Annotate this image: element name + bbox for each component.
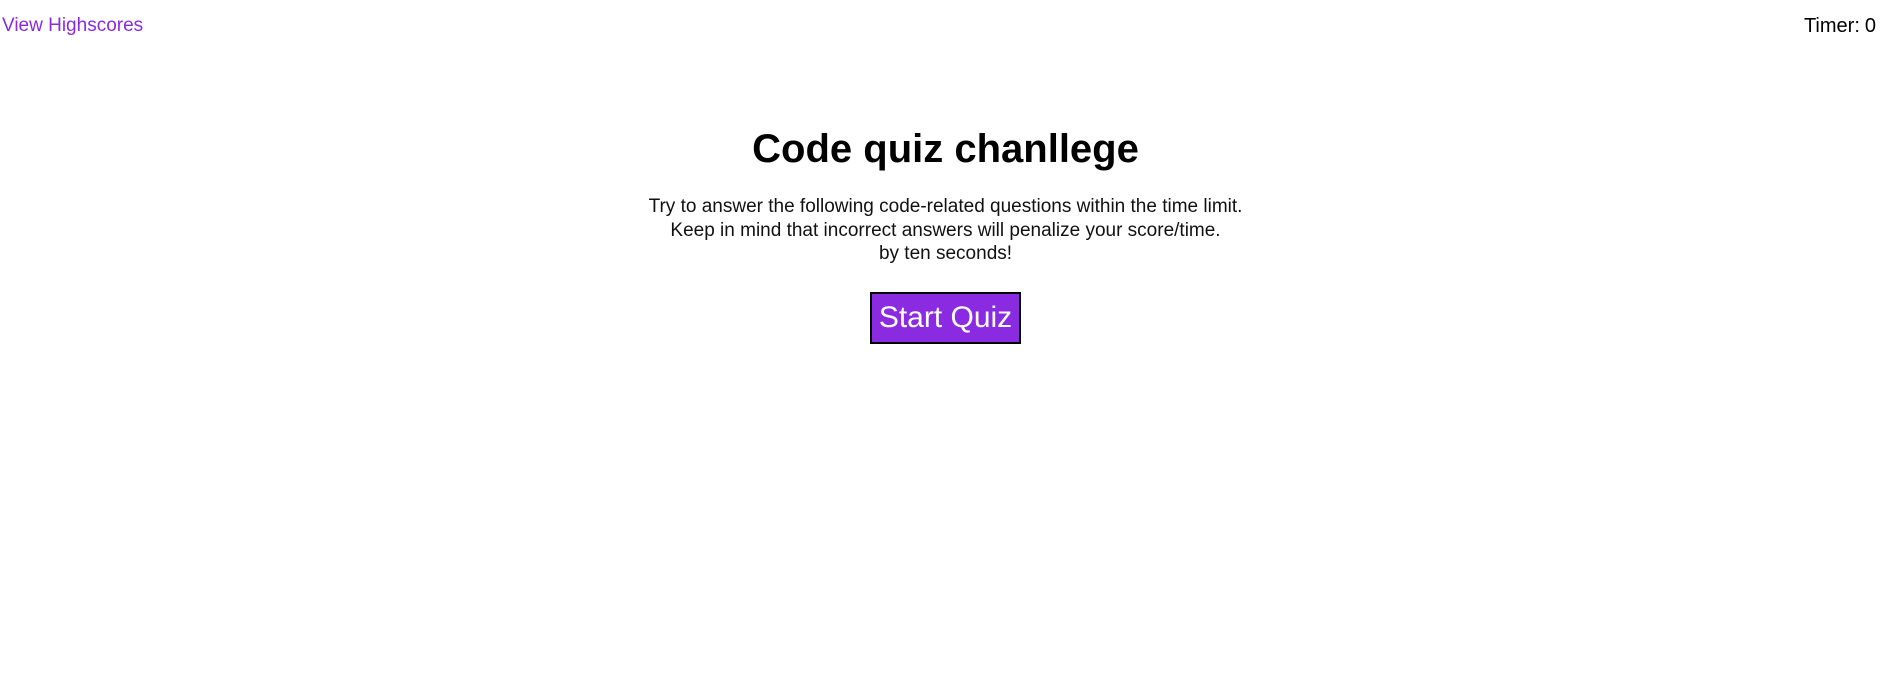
instruction-line: Keep in mind that incorrect answers will…	[670, 219, 1221, 241]
timer: Timer: 0	[1804, 15, 1876, 37]
page: View Highscores Timer: 0 Code quiz chanll…	[0, 0, 1891, 673]
instruction-line: Try to answer the following code-related…	[648, 196, 1243, 217]
quiz-intro: Code quiz chanllege Try to answer the fo…	[0, 126, 1891, 344]
start-quiz-button[interactable]: Start Quiz	[869, 291, 1022, 344]
view-highscores-link[interactable]: View Highscores	[2, 15, 143, 37]
page-title: Code quiz chanllege	[752, 127, 1139, 171]
instructions: Try to answer the following code-related…	[0, 195, 1891, 266]
timer-value: 0	[1864, 15, 1876, 37]
timer-label: Timer:	[1803, 15, 1860, 37]
instruction-line: by ten seconds!	[878, 243, 1013, 264]
